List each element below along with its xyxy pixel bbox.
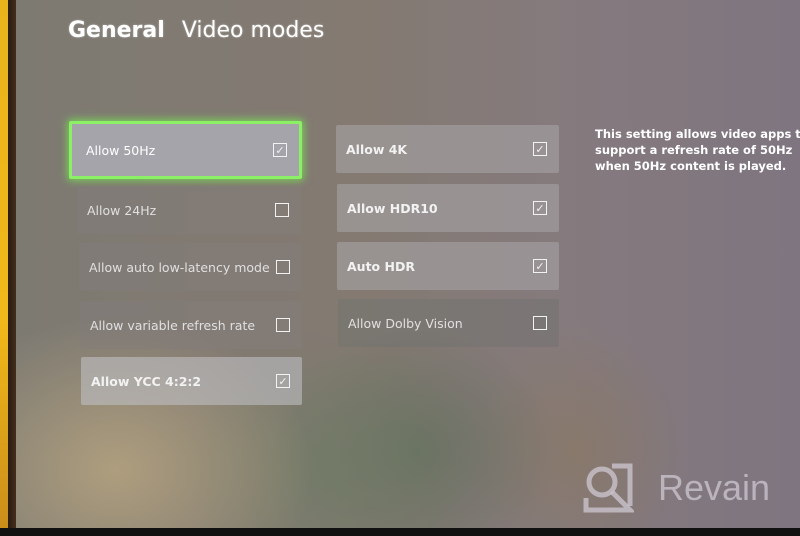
- checkbox-checked-icon[interactable]: ✓: [533, 142, 547, 156]
- option-allow-4k[interactable]: Allow 4K ✓: [336, 125, 559, 173]
- option-label: Auto HDR: [347, 258, 415, 274]
- checkbox-unchecked-icon[interactable]: [276, 318, 290, 332]
- option-label: Allow 4K: [346, 141, 408, 157]
- checkbox-unchecked-icon[interactable]: [533, 316, 547, 330]
- option-label: Allow 50Hz: [86, 142, 156, 158]
- watermark-text: Revain: [658, 467, 771, 508]
- checkbox-checked-icon[interactable]: ✓: [273, 143, 287, 157]
- monitor-bezel: [0, 528, 800, 536]
- option-allow-hdr10[interactable]: Allow HDR10 ✓: [337, 184, 559, 232]
- option-auto-hdr[interactable]: Auto HDR ✓: [337, 242, 559, 290]
- checkbox-checked-icon[interactable]: ✓: [533, 259, 547, 273]
- page-title: General Video modes: [68, 18, 324, 43]
- option-allow-ycc-422[interactable]: Allow YCC 4:2:2 ✓: [81, 357, 302, 405]
- option-label: Allow HDR10: [347, 200, 438, 216]
- breadcrumb-category[interactable]: General: [68, 18, 165, 43]
- revain-logo-icon: [582, 462, 637, 514]
- option-label: Allow YCC 4:2:2: [91, 373, 202, 389]
- checkbox-unchecked-icon[interactable]: [275, 203, 289, 217]
- breadcrumb-section: Video modes: [181, 18, 325, 43]
- option-label: Allow 24Hz: [87, 202, 157, 218]
- setting-description: This setting allows video apps to suppor…: [595, 127, 800, 173]
- option-allow-50hz[interactable]: Allow 50Hz ✓: [69, 121, 302, 179]
- option-allow-24hz[interactable]: Allow 24Hz: [77, 186, 301, 234]
- option-label: Allow variable refresh rate: [90, 317, 256, 333]
- checkbox-checked-icon[interactable]: ✓: [533, 201, 547, 215]
- option-allow-vrr[interactable]: Allow variable refresh rate: [80, 301, 302, 349]
- option-allow-auto-low-latency[interactable]: Allow auto low-latency mode: [79, 243, 302, 291]
- option-label: Allow Dolby Vision: [348, 315, 463, 331]
- checkbox-unchecked-icon[interactable]: [276, 260, 290, 274]
- option-label: Allow auto low-latency mode: [89, 259, 270, 275]
- watermark: Revain: [582, 462, 770, 514]
- option-allow-dolby-vision[interactable]: Allow Dolby Vision: [338, 299, 559, 347]
- checkbox-checked-icon[interactable]: ✓: [276, 374, 290, 388]
